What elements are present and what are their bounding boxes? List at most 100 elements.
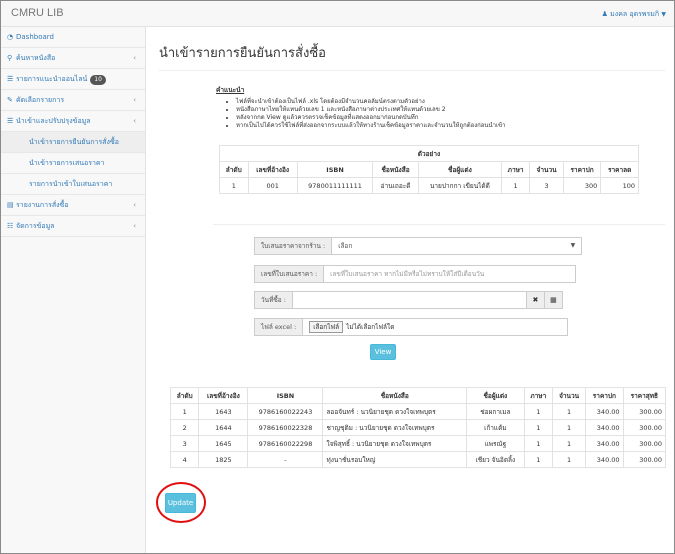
chevron-left-icon: ‹: [133, 117, 136, 125]
column-header: ชื่อหนังสือ: [322, 387, 468, 404]
count-badge: 10: [90, 75, 106, 85]
table-cell: 3: [529, 177, 564, 194]
table-cell: 1: [523, 451, 553, 468]
table-cell: 300.00: [622, 419, 667, 436]
sidebar-item-online-recommend[interactable]: ☰ รายการแนะนำออนไลน์ 10: [1, 69, 145, 90]
excel-file-input[interactable]: เลือกไฟล์ ไม่ได้เลือกไฟล์ใด: [303, 318, 569, 336]
date-row: วันที่ซื้อ : ✖ ▦: [254, 291, 563, 309]
dashboard-icon: ◔: [7, 33, 14, 41]
table-cell: 001: [247, 177, 298, 194]
table-cell: 300: [562, 177, 602, 194]
table-cell: 1: [169, 403, 200, 420]
table-cell: 1825: [198, 451, 249, 468]
table-cell: 3: [169, 435, 200, 452]
instruction-item: หากเป็นไปได้ควรใช้ไฟล์ที่ส่งออกจากระบบแล…: [236, 122, 656, 130]
column-header: ลำดับ: [169, 387, 200, 404]
vendor-label: ใบเสนอราคาจากร้าน :: [254, 237, 333, 255]
table-row: 2 1644 9786160022328 ชาญชุติม : นวนิยายช…: [169, 419, 667, 436]
example-caption: ตัวอย่าง: [219, 145, 639, 162]
sidebar-subitem-quote-list[interactable]: รายการนำเข้าใบเสนอราคา: [1, 174, 145, 195]
column-header: ISBN: [296, 161, 374, 178]
column-header: เลขที่อ้างอิง: [247, 161, 298, 178]
top-navbar: CMRU LIB ♟ มงคล อุดรพรมกิ ▼: [1, 1, 674, 27]
date-label: วันที่ซื้อ :: [254, 291, 293, 309]
chevron-left-icon: ‹: [133, 96, 136, 104]
table-row: 1 1643 9786160022243 ลออจันทร์ : นวนิยาย…: [169, 403, 667, 420]
divider: [213, 224, 665, 225]
sidebar-item-label: รายการแนะนำออนไลน์: [16, 75, 88, 83]
table-cell: 9786160022243: [247, 403, 324, 420]
table-header-row: ลำดับ เลขที่อ้างอิง ISBN ชื่อหนังสือ ชื่…: [169, 387, 667, 404]
sidebar-item-select-items[interactable]: ✎ คัดเลือกรายการ ‹: [1, 90, 145, 111]
clear-date-button[interactable]: ✖: [526, 291, 545, 309]
table-cell: 1: [500, 177, 531, 194]
column-header: จำนวน: [529, 161, 564, 178]
caret-down-icon: ▼: [661, 11, 666, 18]
result-table: ลำดับ เลขที่อ้างอิง ISBN ชื่อหนังสือ ชื่…: [169, 387, 667, 468]
table-cell: 9786160022298: [247, 435, 324, 452]
annotation-circle: [156, 482, 206, 523]
instructions: คำแนะนำ ไฟล์ที่จะนำเข้าต้องเป็นไฟล์ .xls…: [216, 85, 656, 130]
sidebar-item-label: รายงานการสั่งซื้อ: [16, 201, 69, 209]
view-button[interactable]: View: [370, 344, 396, 360]
table-cell: 1: [219, 177, 249, 194]
choose-file-button[interactable]: เลือกไฟล์: [309, 321, 344, 333]
calendar-icon: ▦: [550, 296, 557, 304]
table-cell: เชียว จันอิตลิ้ง: [466, 451, 525, 468]
app-brand[interactable]: CMRU LIB: [11, 7, 64, 19]
user-menu[interactable]: ♟ มงคล อุดรพรมกิ ▼: [602, 9, 666, 20]
sidebar-item-label: คัดเลือกรายการ: [16, 96, 65, 104]
sidebar-item-label: Dashboard: [16, 33, 54, 41]
sidebar-item-dashboard[interactable]: ◔ Dashboard: [1, 27, 145, 48]
table-cell: 1643: [198, 403, 249, 420]
sidebar-subitem-import-confirm[interactable]: นำเข้ารายการยืนยันการสั่งซื้อ: [1, 132, 145, 153]
table-cell: -: [247, 451, 324, 468]
column-header: ชื่อหนังสือ: [372, 161, 419, 178]
table-cell: 1: [551, 403, 587, 420]
sidebar-subitem-import-quote[interactable]: นำเข้ารายการเสนอราคา: [1, 153, 145, 174]
user-name: มงคล อุดรพรมกิ: [610, 10, 660, 18]
instructions-list: ไฟล์ที่จะนำเข้าต้องเป็นไฟล์ .xls โดยต้อง…: [216, 98, 656, 130]
table-cell: 1: [551, 451, 587, 468]
quote-number-input[interactable]: เลขที่ใบเสนอราคา หากไม่มีหรือไม่ทราบให้ใ…: [324, 265, 577, 283]
file-status: ไม่ได้เลือกไฟล์ใด: [346, 323, 395, 331]
table-cell: เก้าแต้ม: [466, 419, 525, 436]
chart-icon: ▤: [7, 201, 14, 209]
column-header: จำนวน: [551, 387, 587, 404]
sidebar-item-manage-data[interactable]: ☷ จัดการข้อมูล ‹: [1, 216, 145, 237]
list-icon: ☰: [7, 117, 14, 125]
table-cell: ทุ่งนาชั่นรอบใหญ่: [322, 451, 468, 468]
instructions-heading: คำแนะนำ: [216, 86, 245, 94]
instruction-item: หลังจากกด View ดูแล้วควรตรวจเช็คข้อมูลที…: [236, 114, 656, 122]
table-cell: 1: [551, 435, 587, 452]
table-cell: 100: [600, 177, 639, 194]
chevron-left-icon: ‹: [133, 201, 136, 209]
table-cell: ลออจันทร์ : นวนิยายชุด ดวงใจเทพบุตร: [322, 403, 468, 420]
column-header: ราคาปก: [585, 387, 624, 404]
table-cell: 1: [523, 419, 553, 436]
table-cell: อ่านเถอะดี: [372, 177, 419, 194]
sidebar-item-import-update[interactable]: ☰ นำเข้าและปรับปรุงข้อมูล ‹: [1, 111, 145, 132]
vendor-select[interactable]: เลือก ▼: [332, 237, 583, 255]
table-cell: 1644: [198, 419, 249, 436]
example-table: ตัวอย่าง ลำดับ เลขที่อ้างอิง ISBN ชื่อหน…: [219, 145, 639, 194]
table-cell: 1: [523, 435, 553, 452]
quote-row: เลขที่ใบเสนอราคา : เลขที่ใบเสนอราคา หากไ…: [254, 265, 577, 283]
table-row: 3 1645 9786160022298 ใจพิสุทธิ์ : นวนิยา…: [169, 435, 667, 452]
sidebar: ◔ Dashboard ⚲ ค้นหาหนังสือ ‹ ☰ รายการแนะนำออ…: [1, 27, 146, 553]
sidebar-item-order-report[interactable]: ▤ รายงานการสั่งซื้อ ‹: [1, 195, 145, 216]
purchase-date-input[interactable]: [292, 291, 527, 309]
table-cell: 1: [551, 419, 587, 436]
table-row: 4 1825 - ทุ่งนาชั่นรอบใหญ่ เชียว จันอิตล…: [169, 451, 667, 468]
sidebar-item-search-books[interactable]: ⚲ ค้นหาหนังสือ ‹: [1, 48, 145, 69]
chevron-down-icon: ▼: [570, 242, 576, 249]
main-content: นำเข้ารายการยืนยันการสั่งซื้อ คำแนะนำ ไฟ…: [146, 27, 674, 553]
table-cell: 4: [169, 451, 200, 468]
vendor-row: ใบเสนอราคาจากร้าน : เลือก ▼: [254, 237, 583, 255]
table-cell: 9780011111111: [296, 177, 374, 194]
table-cell: 2: [169, 419, 200, 436]
times-icon: ✖: [532, 296, 539, 304]
calendar-button[interactable]: ▦: [544, 291, 563, 309]
table-cell: 300.00: [622, 451, 667, 468]
quote-placeholder: เลขที่ใบเสนอราคา หากไม่มีหรือไม่ทราบให้ใ…: [330, 270, 485, 278]
